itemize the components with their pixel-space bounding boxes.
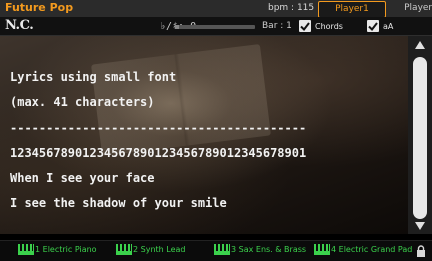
track-number: 3: [231, 245, 237, 254]
chords-label: Chords: [315, 22, 343, 31]
track-number: 1: [35, 245, 41, 254]
track-number: 2: [133, 245, 139, 254]
scroll-thumb[interactable]: [413, 57, 427, 219]
triangle-down-icon[interactable]: [415, 222, 425, 230]
track-4[interactable]: 4 Electric Grand Pad: [314, 244, 412, 255]
track-bar: 1 Electric Piano 2 Synth Lead 3 Sax Ens.…: [0, 240, 432, 261]
lyric-line: I see the shadow of your smile: [10, 196, 227, 210]
current-chord: N.C.: [5, 18, 34, 33]
check-icon: [300, 22, 310, 32]
track-number: 4: [331, 245, 337, 254]
bar-progress: [175, 25, 255, 29]
bar-counter: Bar : 1: [262, 21, 292, 31]
song-title: Future Pop: [5, 1, 74, 14]
lyric-line: When I see your face: [10, 171, 155, 185]
padlock-icon[interactable]: [416, 245, 426, 257]
lyric-line: (max. 41 characters): [10, 95, 155, 109]
keyboard-icon: [116, 244, 132, 255]
tab-player2[interactable]: Player2: [388, 1, 432, 16]
lyric-line: Lyrics using small font: [10, 70, 177, 84]
track-name: Synth Lead: [140, 245, 186, 254]
lyrics-panel[interactable]: Lyrics using small font (max. 41 charact…: [0, 36, 408, 234]
triangle-up-icon[interactable]: [415, 41, 425, 49]
bar-progress-fill: [175, 25, 179, 29]
info-bar: N.C. ♭/♯: 0 Bar : 1 Chords aA: [0, 17, 432, 36]
chords-checkbox[interactable]: [299, 20, 311, 32]
keyboard-icon: [314, 244, 330, 255]
track-name: Electric Grand Pad: [338, 245, 413, 254]
track-name: Sax Ens. & Brass: [238, 245, 307, 254]
aa-label: aA: [383, 22, 394, 31]
bpm-readout[interactable]: bpm : 115: [268, 3, 314, 13]
track-name: Electric Piano: [42, 245, 97, 254]
keyboard-icon: [214, 244, 230, 255]
track-2[interactable]: 2 Synth Lead: [116, 244, 186, 255]
track-1[interactable]: 1 Electric Piano: [18, 244, 97, 255]
tab-player1[interactable]: Player1: [318, 1, 386, 18]
lyrics-scrollbar[interactable]: [408, 36, 432, 234]
lyric-line: ----------------------------------------…: [10, 121, 307, 135]
aa-checkbox[interactable]: [367, 20, 379, 32]
check-icon: [368, 22, 378, 32]
top-bar: Future Pop bpm : 115 Player1 Player2: [0, 0, 432, 18]
keyboard-icon: [18, 244, 34, 255]
track-3[interactable]: 3 Sax Ens. & Brass: [214, 244, 306, 255]
lyric-line: 1234567890123456789012345678901234567890…: [10, 146, 307, 160]
